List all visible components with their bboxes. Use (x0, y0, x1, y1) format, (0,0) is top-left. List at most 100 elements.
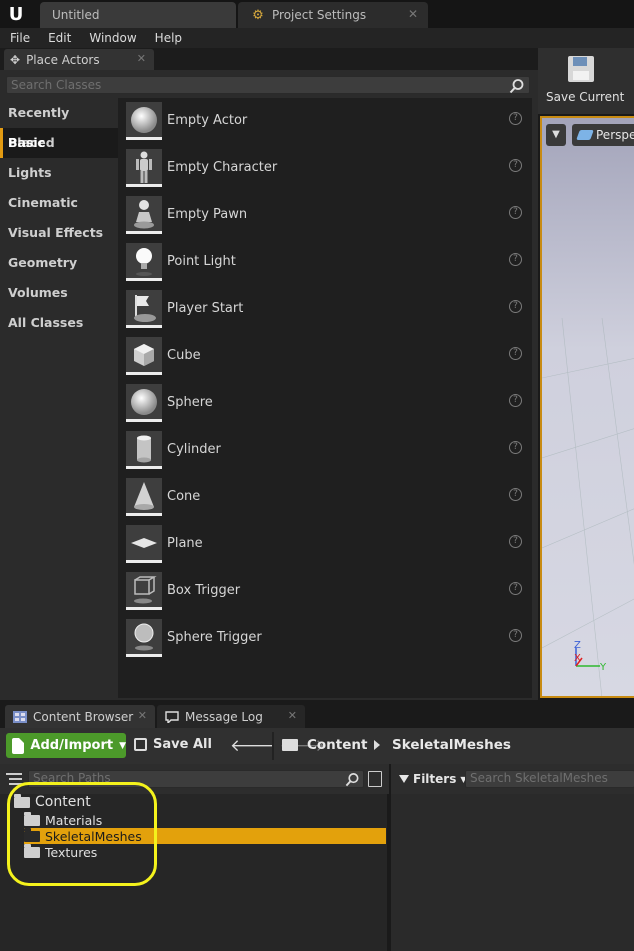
menu-file[interactable]: File (10, 31, 30, 45)
search-paths-bar (28, 770, 364, 788)
tree-item-materials[interactable]: Materials (24, 811, 103, 828)
help-icon[interactable]: ? (509, 206, 522, 219)
actor-label: Sphere Trigger (167, 630, 262, 645)
actor-label: Plane (167, 536, 203, 551)
category-geometry[interactable]: Geometry (0, 248, 118, 278)
sphere-icon (126, 384, 162, 422)
level-viewport[interactable]: ▼ Perspective Z X Y (540, 116, 634, 698)
tree-item-label: Materials (45, 812, 103, 828)
add-import-label: Add/Import (30, 738, 114, 753)
actor-item-cylinder[interactable]: Cylinder ? (118, 427, 532, 474)
content-browser-icon (13, 710, 27, 723)
actor-item-player-start[interactable]: Player Start ? (118, 286, 532, 333)
breadcrumb-skeletalmeshes[interactable]: SkeletalMeshes (392, 737, 511, 753)
tree-item-content[interactable]: Content (14, 793, 91, 810)
help-icon[interactable]: ? (509, 535, 522, 548)
save-all-button[interactable]: Save All (134, 737, 212, 752)
place-actors-panel: ✥ Place Actors ✕ Recently Placed Basic L… (0, 48, 538, 700)
help-icon[interactable]: ? (509, 488, 522, 501)
tab-message-log[interactable]: Message Log ✕ (157, 705, 305, 728)
tab-untitled-label: Untitled (52, 8, 100, 22)
search-classes-input[interactable] (7, 78, 497, 92)
category-volumes[interactable]: Volumes (0, 278, 118, 308)
help-icon[interactable]: ? (509, 347, 522, 360)
actor-item-box-trigger[interactable]: Box Trigger ? (118, 568, 532, 615)
filters-button[interactable]: Filters ▼ (399, 772, 467, 786)
path-tree-panel: Content Materials SkeletalMeshes Texture… (0, 764, 389, 951)
help-icon[interactable]: ? (509, 300, 522, 313)
tree-item-label: Content (35, 794, 91, 810)
settings-gear-icon: ⚙ (252, 7, 264, 23)
close-icon[interactable]: ✕ (288, 709, 297, 722)
actor-item-point-light[interactable]: Point Light ? (118, 239, 532, 286)
tree-item-label: SkeletalMeshes (45, 828, 142, 844)
viewport-options-dropdown[interactable]: ▼ (546, 124, 566, 146)
content-browser-toolbar: Add/Import ▼ Save All 🡐🡒 Content Skeleta… (0, 728, 634, 764)
actor-item-empty-character[interactable]: Empty Character ? (118, 145, 532, 192)
help-icon[interactable]: ? (509, 394, 522, 407)
actor-label: Empty Pawn (167, 207, 248, 222)
tab-untitled[interactable]: Untitled (40, 2, 236, 28)
asset-view-panel: Filters ▼ (391, 764, 634, 951)
perspective-button[interactable]: Perspective (572, 124, 634, 146)
close-icon[interactable]: ✕ (137, 52, 146, 65)
axis-gizmo-icon: Z X Y (574, 640, 607, 673)
search-paths-input[interactable] (29, 771, 329, 785)
save-current-button[interactable]: Save Current (546, 90, 624, 104)
actor-label: Empty Character (167, 160, 278, 175)
tree-item-skeletalmeshes[interactable]: SkeletalMeshes (24, 827, 386, 844)
actor-item-sphere-trigger[interactable]: Sphere Trigger ? (118, 615, 532, 662)
search-icon[interactable] (509, 78, 525, 94)
category-all-classes[interactable]: All Classes (0, 308, 118, 338)
category-lights[interactable]: Lights (0, 158, 118, 188)
title-bar: U Untitled ⚙ Project Settings ✕ (0, 0, 634, 28)
tab-content-browser[interactable]: Content Browser ✕ (5, 705, 155, 728)
close-icon[interactable]: ✕ (408, 7, 418, 21)
category-basic[interactable]: Basic (0, 128, 118, 158)
view-options-icon[interactable] (368, 771, 382, 787)
actor-item-empty-pawn[interactable]: Empty Pawn ? (118, 192, 532, 239)
actor-item-cone[interactable]: Cone ? (118, 474, 532, 521)
actor-item-sphere[interactable]: Sphere ? (118, 380, 532, 427)
help-icon[interactable]: ? (509, 159, 522, 172)
search-icon[interactable] (345, 772, 360, 787)
tab-project-settings[interactable]: ⚙ Project Settings ✕ (238, 2, 428, 28)
breadcrumb-arrow-icon[interactable] (374, 740, 380, 750)
breadcrumb-content[interactable]: Content (307, 737, 367, 753)
menu-edit[interactable]: Edit (48, 31, 71, 45)
folder-open-icon (14, 793, 30, 808)
sphere-icon (126, 102, 162, 140)
unreal-logo-icon[interactable]: U (0, 0, 32, 28)
help-icon[interactable]: ? (509, 582, 522, 595)
actor-label: Player Start (167, 301, 244, 316)
tab-project-settings-label: Project Settings (272, 8, 367, 22)
box-trigger-icon (126, 572, 162, 610)
new-file-icon (12, 737, 25, 754)
light-bulb-icon (126, 243, 162, 281)
help-icon[interactable]: ? (509, 629, 522, 642)
close-icon[interactable]: ✕ (138, 709, 147, 722)
actor-label: Cone (167, 489, 201, 504)
place-actors-icon: ✥ (10, 52, 21, 67)
actor-item-plane[interactable]: Plane ? (118, 521, 532, 568)
folder-icon (24, 811, 40, 826)
help-icon[interactable]: ? (509, 112, 522, 125)
menu-window[interactable]: Window (89, 31, 136, 45)
help-icon[interactable]: ? (509, 441, 522, 454)
add-import-button[interactable]: Add/Import ▼ (6, 733, 126, 758)
actor-item-cube[interactable]: Cube ? (118, 333, 532, 380)
tree-item-textures[interactable]: Textures (24, 843, 97, 860)
category-recently-placed[interactable]: Recently Placed (0, 98, 118, 150)
search-assets-input[interactable] (466, 771, 631, 785)
menu-help[interactable]: Help (155, 31, 182, 45)
category-cinematic[interactable]: Cinematic (0, 188, 118, 218)
actor-label: Sphere (167, 395, 213, 410)
help-icon[interactable]: ? (509, 253, 522, 266)
tree-view-icon[interactable] (6, 772, 22, 786)
chevron-down-icon: ▼ (119, 740, 126, 751)
save-icon[interactable] (566, 54, 596, 84)
tab-place-actors[interactable]: ✥ Place Actors ✕ (4, 49, 154, 70)
category-visual-effects[interactable]: Visual Effects (0, 218, 118, 248)
plane-icon (126, 525, 162, 563)
actor-item-empty-actor[interactable]: Empty Actor ? (118, 98, 532, 145)
